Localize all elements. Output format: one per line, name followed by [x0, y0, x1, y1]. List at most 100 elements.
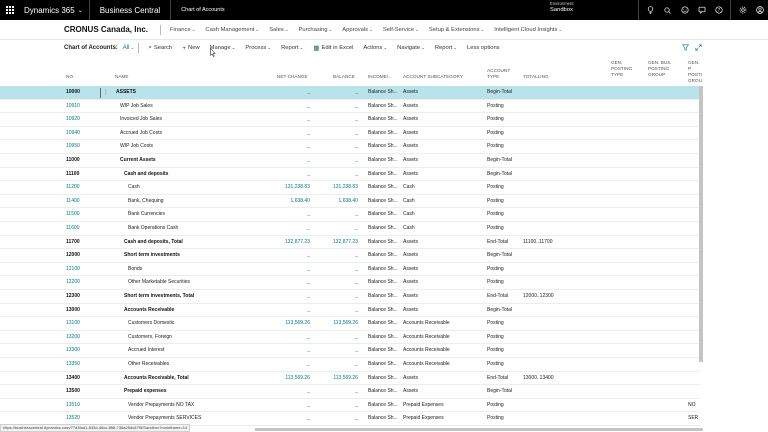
dynamics-365-menu[interactable]: Dynamics 365 ⌄ — [20, 0, 90, 20]
account-no-cell[interactable]: 11700 — [66, 236, 100, 250]
table-row[interactable]: 12000 Short term investments _ _ Balance Sh.… — [0, 249, 700, 263]
table-row[interactable]: 11100 Cash and deposits _ _ Balance Sh... Ass… — [0, 168, 700, 182]
table-row[interactable]: 13400 Accounts Receivable, Total 113,569.2… — [0, 372, 700, 386]
account-no-cell[interactable]: 11200 — [66, 181, 100, 195]
expand-icon[interactable] — [695, 44, 702, 53]
balance-cell: _ — [355, 116, 358, 123]
account-type-cell: Posting — [487, 320, 504, 327]
table-row[interactable]: 11700 Cash and deposits, Total 132,877.23 1… — [0, 236, 700, 250]
filter-icon[interactable] — [681, 44, 690, 53]
chat-icon[interactable] — [693, 0, 710, 20]
nav-item-finance[interactable]: Finance⌄ — [165, 27, 200, 33]
account-no-cell[interactable]: 10950 — [66, 140, 100, 154]
smiley-icon[interactable] — [676, 0, 693, 20]
account-no-cell[interactable]: 12200 — [66, 276, 100, 290]
user-avatar-icon[interactable] — [751, 0, 768, 20]
account-no-cell[interactable]: 13510 — [66, 399, 100, 413]
table-row[interactable]: 11600 Bank Operations Cash _ _ Balance Sh...… — [0, 222, 700, 236]
table-row[interactable]: 10950 WIP Job Costs _ _ Balance Sh... Assets P… — [0, 140, 700, 154]
column-header-account-type[interactable]: Account Type — [487, 68, 510, 80]
table-row[interactable]: 13300 Accrued Interest _ _ Balance Sh... Acco… — [0, 344, 700, 358]
lightbulb-icon[interactable] — [642, 0, 659, 20]
column-header-totalling[interactable]: Totalling — [523, 74, 549, 80]
horizontal-scrollbar[interactable] — [255, 428, 703, 431]
account-no-cell[interactable]: 13000 — [66, 304, 100, 318]
business-central-link[interactable]: Business Central — [90, 0, 172, 20]
account-no-cell[interactable]: 13500 — [66, 385, 100, 399]
nav-item-cash-management[interactable]: Cash Management⌄ — [200, 27, 264, 33]
table-row[interactable]: 13510 Vendor Prepayments NO TAX _ _ Balance … — [0, 399, 700, 413]
column-header-gen-prod-posting-group[interactable]: Gen. P Posti Group — [688, 60, 702, 84]
table-row[interactable]: 13350 Other Receivables _ _ Balance Sh... Acc… — [0, 358, 700, 372]
account-subcategory-cell: Accounts Receivable — [403, 320, 450, 327]
process-menu[interactable]: Process ⌄ — [240, 45, 276, 51]
net-change-cell: 131,238.83 — [284, 184, 310, 191]
table-row[interactable]: 10940 Accrued Job Costs _ _ Balance Sh... Ass… — [0, 127, 700, 141]
table-row[interactable]: 11400 Bank, Chequing 1,638.40 1,638.40 Balan… — [0, 195, 700, 209]
account-no-cell[interactable]: 10000 — [66, 86, 100, 100]
view-filter-dropdown[interactable]: All⌄ — [123, 45, 134, 51]
table-row[interactable]: 10910 WIP Job Sales _ _ Balance Sh... Assets P… — [0, 100, 700, 114]
account-no-cell[interactable]: 13300 — [66, 344, 100, 358]
app-launcher-icon[interactable] — [0, 0, 20, 20]
table-row[interactable]: 11200 Cash 131,238.83 131,238.83 Balance Sh.… — [0, 181, 700, 195]
account-no-cell[interactable]: 12000 — [66, 249, 100, 263]
nav-item-sales[interactable]: Sales⌄ — [264, 27, 293, 33]
column-header-no[interactable]: No. — [66, 74, 74, 80]
search-icon[interactable] — [659, 0, 676, 20]
column-header-account-subcategory[interactable]: Account Subcategory — [403, 74, 463, 80]
account-no-cell[interactable]: 10910 — [66, 100, 100, 114]
nav-item-intelligent-cloud-insights[interactable]: Intelligent Cloud Insights⌄ — [489, 27, 567, 33]
edit-in-excel-button[interactable]: ▦ Edit in Excel — [308, 44, 358, 52]
account-no-cell[interactable]: 13200 — [66, 331, 100, 345]
report-menu-secondary[interactable]: Report ⌄ — [430, 45, 462, 51]
actions-menu[interactable]: Actions ⌄ — [358, 45, 392, 51]
table-row[interactable]: 13200 Customers, Foreign _ _ Balance Sh... Ac… — [0, 331, 700, 345]
gear-icon[interactable] — [734, 0, 751, 20]
column-header-income-balance[interactable]: Income/... — [368, 74, 392, 80]
account-no-cell[interactable]: 11400 — [66, 195, 100, 209]
table-row[interactable]: 13100 Customers Domestic 113,569.26 113,569… — [0, 317, 700, 331]
nav-item-setup-extensions[interactable]: Setup & Extensions⌄ — [424, 27, 489, 33]
vertical-scrollbar[interactable] — [699, 86, 703, 362]
table-row[interactable]: 12100 Bonds _ _ Balance Sh... Assets Posting — [0, 263, 700, 277]
table-row[interactable]: 13500 Prepaid expenses _ _ Balance Sh... Asse… — [0, 385, 700, 399]
table-row[interactable]: 10920 Invoiced Job Sales _ _ Balance Sh... As… — [0, 113, 700, 127]
account-no-cell[interactable]: 13100 — [66, 317, 100, 331]
totalling-cell: 13000..13400 — [523, 374, 554, 381]
account-no-cell[interactable]: 11600 — [66, 222, 100, 236]
table-row[interactable]: 12200 Other Marketable Securities _ _ Balanc… — [0, 276, 700, 290]
net-change-cell: _ — [307, 361, 310, 367]
column-header-name[interactable]: Name — [115, 74, 129, 80]
nav-item-approvals[interactable]: Approvals⌄ — [337, 27, 378, 33]
new-button[interactable]: + New — [177, 45, 204, 52]
table-row[interactable]: 13000 Accounts Receivable _ _ Balance Sh... A… — [0, 304, 700, 318]
account-no-cell[interactable]: 11500 — [66, 208, 100, 222]
row-menu-icon[interactable]: ⋮ — [103, 89, 109, 97]
nav-item-self-service[interactable]: Self-Service⌄ — [378, 27, 424, 33]
company-name[interactable]: CRONUS Canada, Inc. — [0, 25, 156, 34]
account-no-cell[interactable]: 12100 — [66, 263, 100, 277]
less-options-button[interactable]: Less options — [462, 45, 505, 51]
account-no-cell[interactable]: 11100 — [66, 168, 100, 182]
report-menu[interactable]: Report ⌄ — [276, 45, 308, 51]
totalling-cell — [523, 317, 573, 331]
table-row[interactable]: 12300 Short term investments, Total _ _ Bala… — [0, 290, 700, 304]
account-no-cell[interactable]: 10940 — [66, 127, 100, 141]
account-no-cell[interactable]: 11000 — [66, 154, 100, 168]
navigate-menu[interactable]: Navigate ⌄ — [392, 45, 430, 51]
column-header-gen-posting-type[interactable]: Gen. Posting Type — [611, 60, 632, 78]
search-button[interactable]: ⌕ Search — [143, 44, 177, 52]
table-row[interactable]: 11500 Bank Currencies _ _ Balance Sh... Cash P… — [0, 208, 700, 222]
account-no-cell[interactable]: 13400 — [66, 372, 100, 386]
account-no-cell[interactable]: 13350 — [66, 358, 100, 372]
column-header-net-change[interactable]: Net Change — [277, 74, 308, 80]
account-no-cell[interactable]: 12300 — [66, 290, 100, 304]
account-no-cell[interactable]: 10920 — [66, 113, 100, 127]
column-header-balance[interactable]: Balance — [333, 74, 355, 80]
help-icon[interactable]: ? — [710, 0, 727, 20]
table-row[interactable]: 10000 ASSETS _ _ Balance Sh... Assets Begin-To… — [0, 86, 700, 100]
column-header-gen-bus-posting-group[interactable]: Gen. Bus. Posting Group — [648, 60, 672, 78]
table-row[interactable]: 11000 Current Assets _ _ Balance Sh... Assets… — [0, 154, 700, 168]
nav-item-purchasing[interactable]: Purchasing⌄ — [293, 27, 337, 33]
